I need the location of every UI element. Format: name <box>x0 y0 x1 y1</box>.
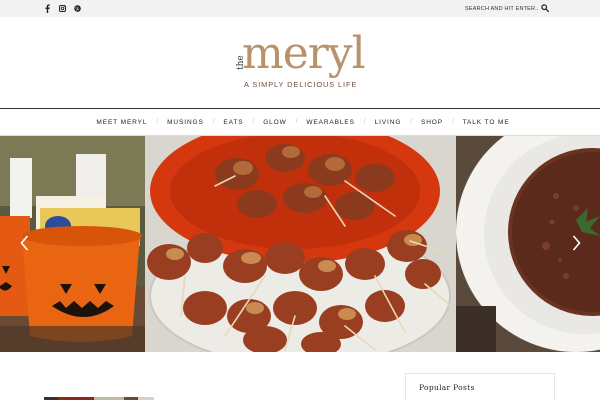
slide-bacon-wrapped-bites[interactable] <box>145 136 456 352</box>
nav-item-musings[interactable]: MUSINGS <box>158 119 213 126</box>
nav-item-talk-to-me[interactable]: TALK TO ME <box>454 119 519 126</box>
nav-item-eats[interactable]: EATS <box>214 119 252 126</box>
nav-item-shop[interactable]: SHOP <box>412 119 452 126</box>
slider-prev-arrow[interactable] <box>17 232 31 254</box>
instagram-icon[interactable] <box>59 3 66 13</box>
logo-wordmark: meryl <box>242 28 366 79</box>
pinterest-icon[interactable] <box>74 3 81 13</box>
main-nav: MEET MERYL / MUSINGS / EATS / GLOW / WEA… <box>0 108 600 136</box>
search-form <box>462 1 554 16</box>
social-links <box>44 3 81 13</box>
nav-item-wearables[interactable]: WEARABLES <box>297 119 364 126</box>
slider-next-arrow[interactable] <box>569 232 583 254</box>
featured-slider <box>0 136 600 352</box>
nav-list: MEET MERYL / MUSINGS / EATS / GLOW / WEA… <box>87 119 518 126</box>
site-tagline: A SIMPLY DELICIOUS LIFE <box>244 80 358 89</box>
search-icon[interactable] <box>540 3 550 13</box>
facebook-icon[interactable] <box>44 3 51 13</box>
search-input[interactable] <box>462 1 538 16</box>
top-bar <box>0 0 600 17</box>
nav-item-living[interactable]: LIVING <box>366 119 411 126</box>
widget-title: Popular Posts <box>419 383 475 392</box>
nav-item-glow[interactable]: GLOW <box>254 119 295 126</box>
popular-posts-widget: Popular Posts <box>405 373 555 400</box>
site-logo[interactable]: the meryl A SIMPLY DELICIOUS LIFE <box>236 32 371 96</box>
nav-item-meet-meryl[interactable]: MEET MERYL <box>87 119 156 126</box>
